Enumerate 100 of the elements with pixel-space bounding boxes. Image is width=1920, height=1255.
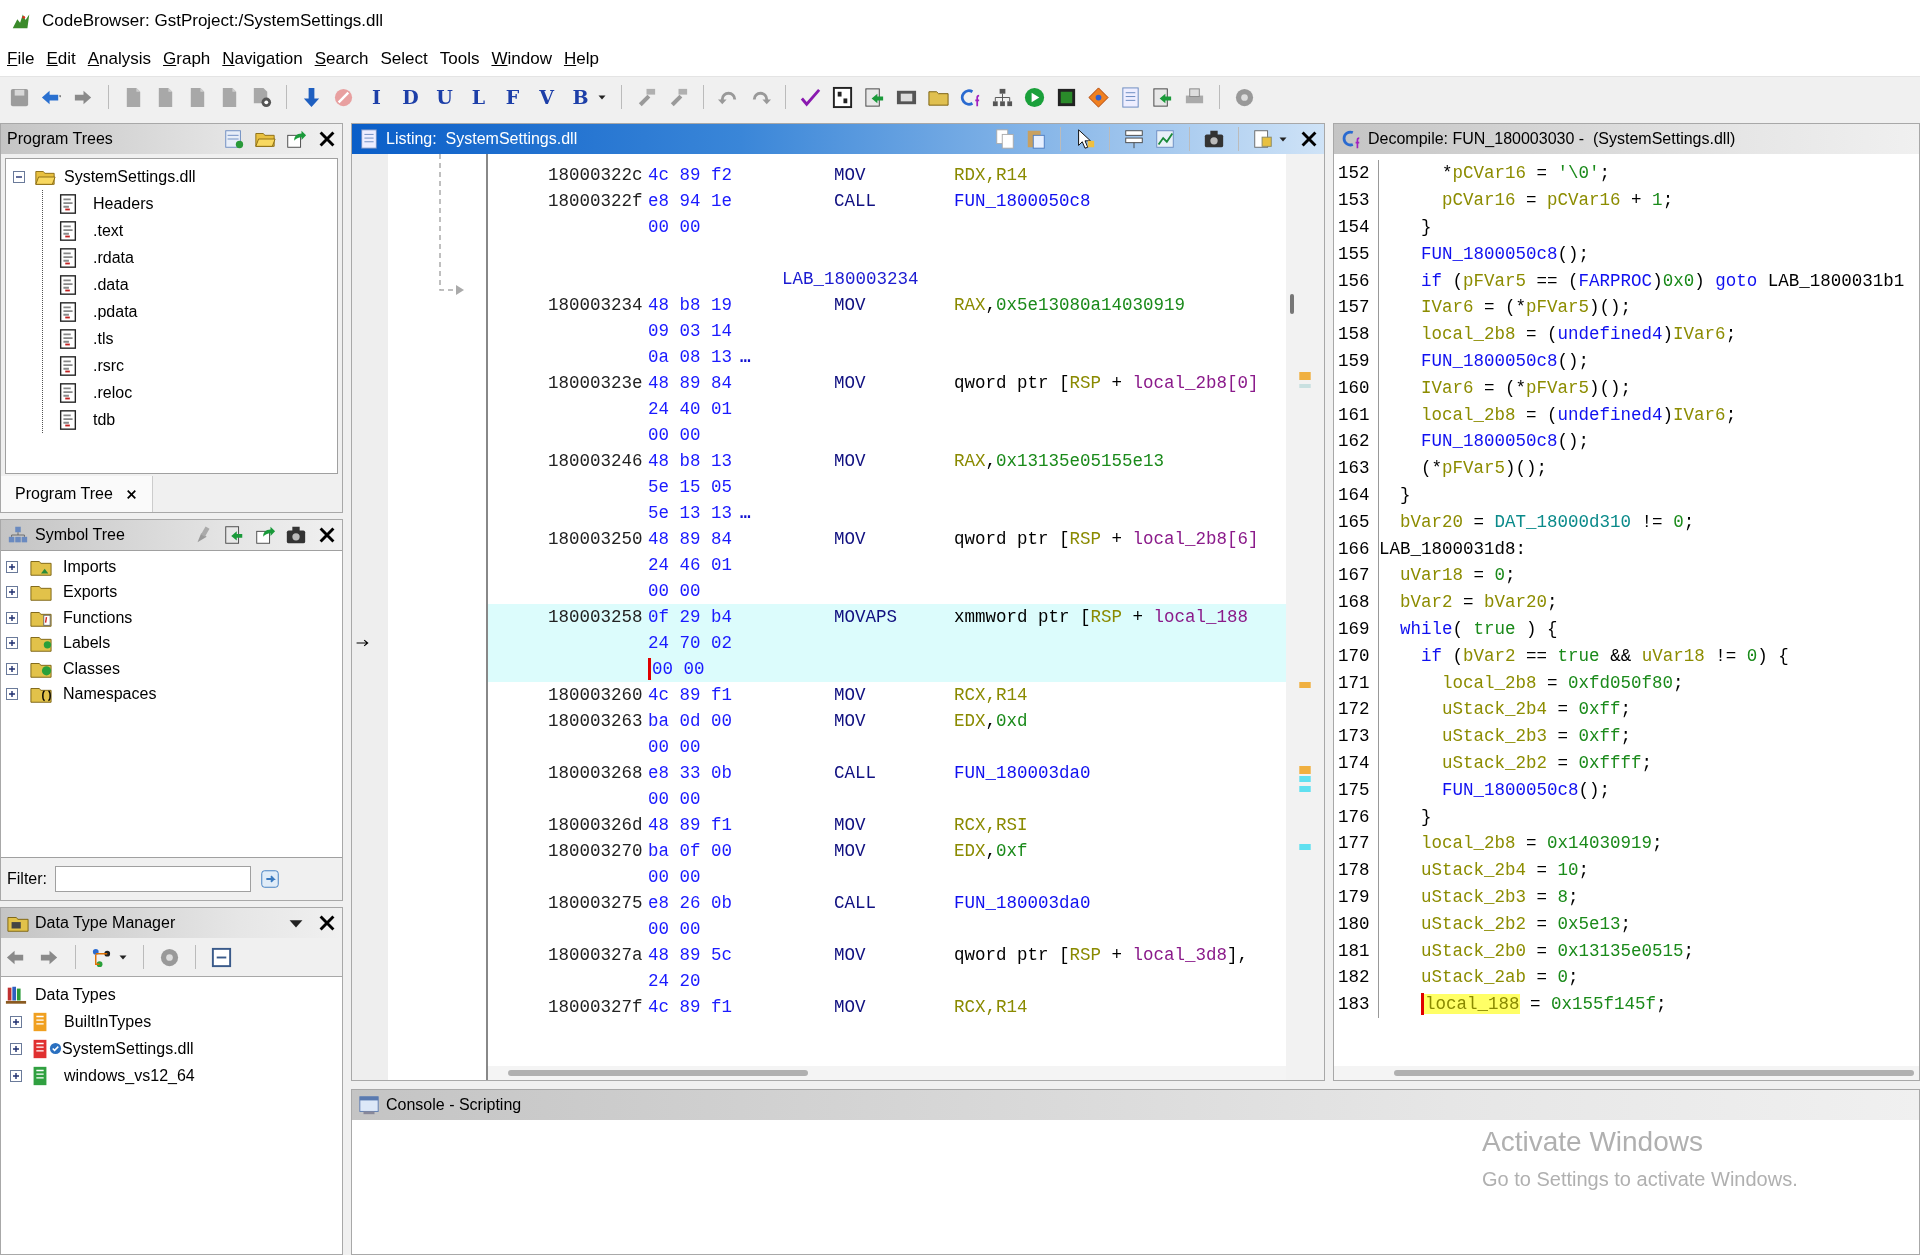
camera-icon[interactable] (285, 524, 307, 546)
more-bytes-ellipsis[interactable]: … (740, 503, 751, 523)
tree-item[interactable]: Functions (63, 608, 133, 627)
menu-item[interactable]: Navigation (219, 47, 312, 71)
menu-item[interactable]: Window (488, 47, 561, 71)
tree-item[interactable]: Headers (93, 194, 154, 213)
listing-row[interactable]: 18000327f 4c 89 f1 MOV RCX,R14 (488, 994, 1286, 1020)
listing-row[interactable]: 18000327a 48 89 5c MOV qword ptr [RSP + local_3d8], 24 20 (488, 942, 1286, 994)
listing-row[interactable]: 180003234 48 b8 19 MOV RAX,0x5e13080a14030919 09 03 14 0a 08 13 … (488, 292, 1286, 370)
code-label[interactable]: LAB_180003234 (782, 269, 919, 289)
listing-row[interactable]: 18000322f e8 94 1e CALL FUN_1800050c8 00 00 (488, 188, 1286, 240)
menu-item[interactable]: Search (311, 47, 378, 71)
document-icon (57, 354, 79, 377)
listing-row[interactable]: 180003268 e8 33 0b CALL FUN_180003da0 00 00 (488, 760, 1286, 812)
menu-item[interactable]: Tools (436, 47, 489, 71)
menu-item[interactable]: Graph (160, 47, 220, 71)
collapse-icon[interactable] (12, 169, 26, 184)
listing-row[interactable]: 180003250 48 89 84 MOV qword ptr [RSP + local_2b8[6] 24 46 01 00 00 (488, 526, 1286, 604)
tree-item[interactable]: SystemSettings.dll (62, 1039, 194, 1058)
tree-item[interactable]: Imports (63, 557, 117, 576)
expand-icon[interactable] (9, 1068, 23, 1083)
address: 180003268 (548, 763, 643, 783)
tree-item[interactable]: .pdata (93, 302, 138, 321)
toolbar-letter-button[interactable]: B (568, 86, 593, 108)
paste-icon[interactable] (1025, 128, 1047, 150)
instruction-bytes: 09 03 14 (648, 321, 732, 341)
toolbar-letter-button[interactable]: D (398, 86, 423, 108)
expand-icon[interactable] (5, 559, 19, 574)
mnemonic: MOV (834, 451, 866, 471)
listing-row[interactable]: 180003275 e8 26 0b CALL FUN_180003da0 00 00 (488, 890, 1286, 942)
expand-icon[interactable] (5, 687, 19, 702)
close-icon[interactable] (124, 487, 138, 501)
line-number: 160 (1334, 374, 1379, 402)
page-add-icon[interactable] (223, 128, 245, 150)
toolbar-letter-button[interactable]: U (432, 86, 457, 108)
mnemonic: MOV (834, 815, 866, 835)
export-icon[interactable] (223, 524, 245, 546)
tree-item[interactable]: tdb (93, 410, 116, 429)
tree-item[interactable]: .text (93, 221, 124, 240)
listing-row[interactable]: 18000322c 4c 89 f2 MOV RDX,R14 (488, 162, 1286, 188)
expand-icon[interactable] (5, 610, 19, 625)
filter-icon[interactable] (259, 868, 281, 890)
code-line: } (1420, 806, 1432, 827)
expand-icon[interactable] (9, 1014, 23, 1029)
scrollbar-thumb[interactable] (1290, 294, 1294, 314)
collapse-icon[interactable] (210, 945, 233, 969)
tree-item[interactable]: .rsrc (93, 356, 125, 375)
listing-row[interactable]: 18000323e 48 89 84 MOV qword ptr [RSP + local_2b8[0] 24 40 01 00 00 (488, 370, 1286, 448)
listing-row[interactable]: 180003260 4c 89 f1 MOV RCX,R14 (488, 682, 1286, 708)
export-icon[interactable] (1151, 85, 1174, 109)
panel-title: Decompile: FUN_180003030 - (SystemSettings.dll) (1368, 130, 1736, 148)
diamond-icon[interactable] (1087, 85, 1110, 109)
tree-item[interactable]: .tls (93, 329, 114, 348)
expand-icon[interactable] (5, 636, 19, 651)
toolbar-letter-button[interactable]: L (466, 86, 491, 108)
toolbar-letter-button[interactable]: I (364, 86, 389, 108)
listing-row[interactable]: 180003246 48 b8 13 MOV RAX,0x13135e05155e13 5e 15 05 5e 13 13 … (488, 448, 1286, 526)
menu-item[interactable]: Analysis (84, 47, 161, 71)
menu-item[interactable]: File (4, 47, 44, 71)
list-icon (358, 128, 380, 150)
tree-item[interactable]: .reloc (93, 383, 133, 402)
tree-item[interactable]: Classes (63, 659, 120, 678)
operands: qword ptr [RSP + local_2b8[6] (954, 529, 1259, 549)
tree-item[interactable]: .rdata (93, 248, 134, 267)
graph-icon[interactable] (1154, 128, 1176, 150)
camera-icon[interactable] (1203, 128, 1225, 150)
binary-icon[interactable] (831, 85, 854, 109)
play-icon[interactable] (1023, 85, 1046, 109)
menu-item[interactable]: Edit (43, 47, 85, 71)
toolbar-letter-button[interactable]: F (500, 86, 525, 108)
tree-item[interactable]: BuiltInTypes (64, 1012, 152, 1031)
tree-item[interactable]: SystemSettings.dll (64, 167, 196, 186)
tree-item[interactable]: Exports (63, 583, 118, 602)
tree-item[interactable]: Namespaces (63, 685, 157, 704)
menu-item[interactable]: Select (377, 47, 437, 71)
tree-item[interactable]: Labels (63, 634, 111, 653)
fields-icon[interactable] (1123, 128, 1145, 150)
export-icon[interactable] (863, 85, 886, 109)
mnemonic: MOV (834, 841, 866, 861)
listing-row[interactable]: 18000326d 48 89 f1 MOV RCX,RSI (488, 812, 1286, 838)
menu-item[interactable]: Help (560, 47, 608, 71)
instruction-bytes: 24 70 02 (648, 633, 732, 653)
toolbar-letter-button[interactable]: V (534, 86, 559, 108)
scrollbar-thumb[interactable] (1394, 1070, 1914, 1076)
tree-item[interactable]: Data Types (35, 985, 116, 1004)
program-tree-tab[interactable]: Program Tree (1, 476, 153, 512)
instruction-bytes: 0f 29 b4 (648, 607, 732, 627)
filter-field[interactable] (55, 866, 251, 892)
line-number: 162 (1334, 427, 1379, 455)
expand-icon[interactable] (9, 1041, 23, 1056)
operands: qword ptr [RSP + local_2b8[0] (954, 373, 1259, 393)
tree-item[interactable]: windows_vs12_64 (64, 1066, 195, 1085)
tree-item[interactable]: .data (93, 275, 129, 294)
expand-icon[interactable] (5, 661, 19, 676)
operands: RDX,R14 (954, 165, 1028, 185)
scrollbar-thumb[interactable] (508, 1070, 808, 1076)
expand-icon[interactable] (5, 585, 19, 600)
address: 180003234 (548, 295, 643, 315)
more-bytes-ellipsis[interactable]: … (740, 347, 751, 367)
listing-row[interactable]: 180003258 0f 29 b4 MOVAPS xmmword ptr [RSP + local_188 24 70 02 00 00 (488, 604, 1286, 682)
